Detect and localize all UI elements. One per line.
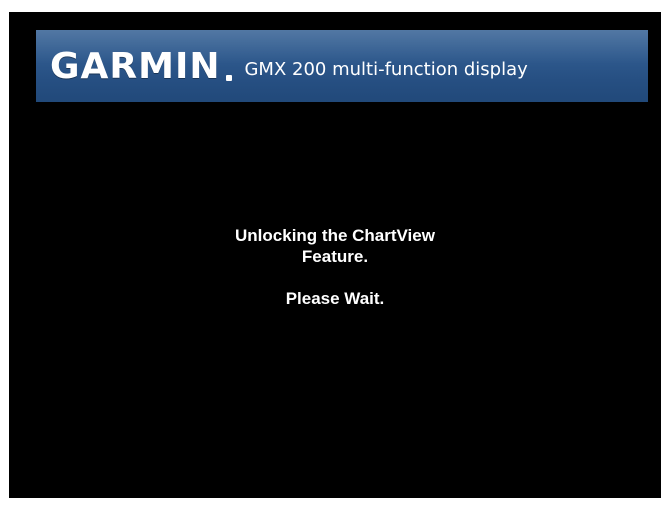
header-banner: GARMIN GMX 200 multi-function display: [36, 30, 648, 102]
brand-text: GARMIN: [50, 45, 221, 87]
status-message: Unlocking the ChartView Feature. Please …: [9, 225, 661, 309]
message-line-2: Feature.: [301, 247, 369, 266]
banner-content: GARMIN GMX 200 multi-function display: [50, 30, 528, 102]
garmin-logo: GARMIN: [50, 45, 233, 87]
display-screen: GARMIN GMX 200 multi-function display Un…: [9, 12, 661, 498]
message-wait: Please Wait.: [285, 289, 385, 308]
logo-dot-icon: [226, 74, 233, 81]
product-name: GMX 200 multi-function display: [244, 58, 528, 80]
message-line-1: Unlocking the ChartView: [235, 226, 435, 245]
